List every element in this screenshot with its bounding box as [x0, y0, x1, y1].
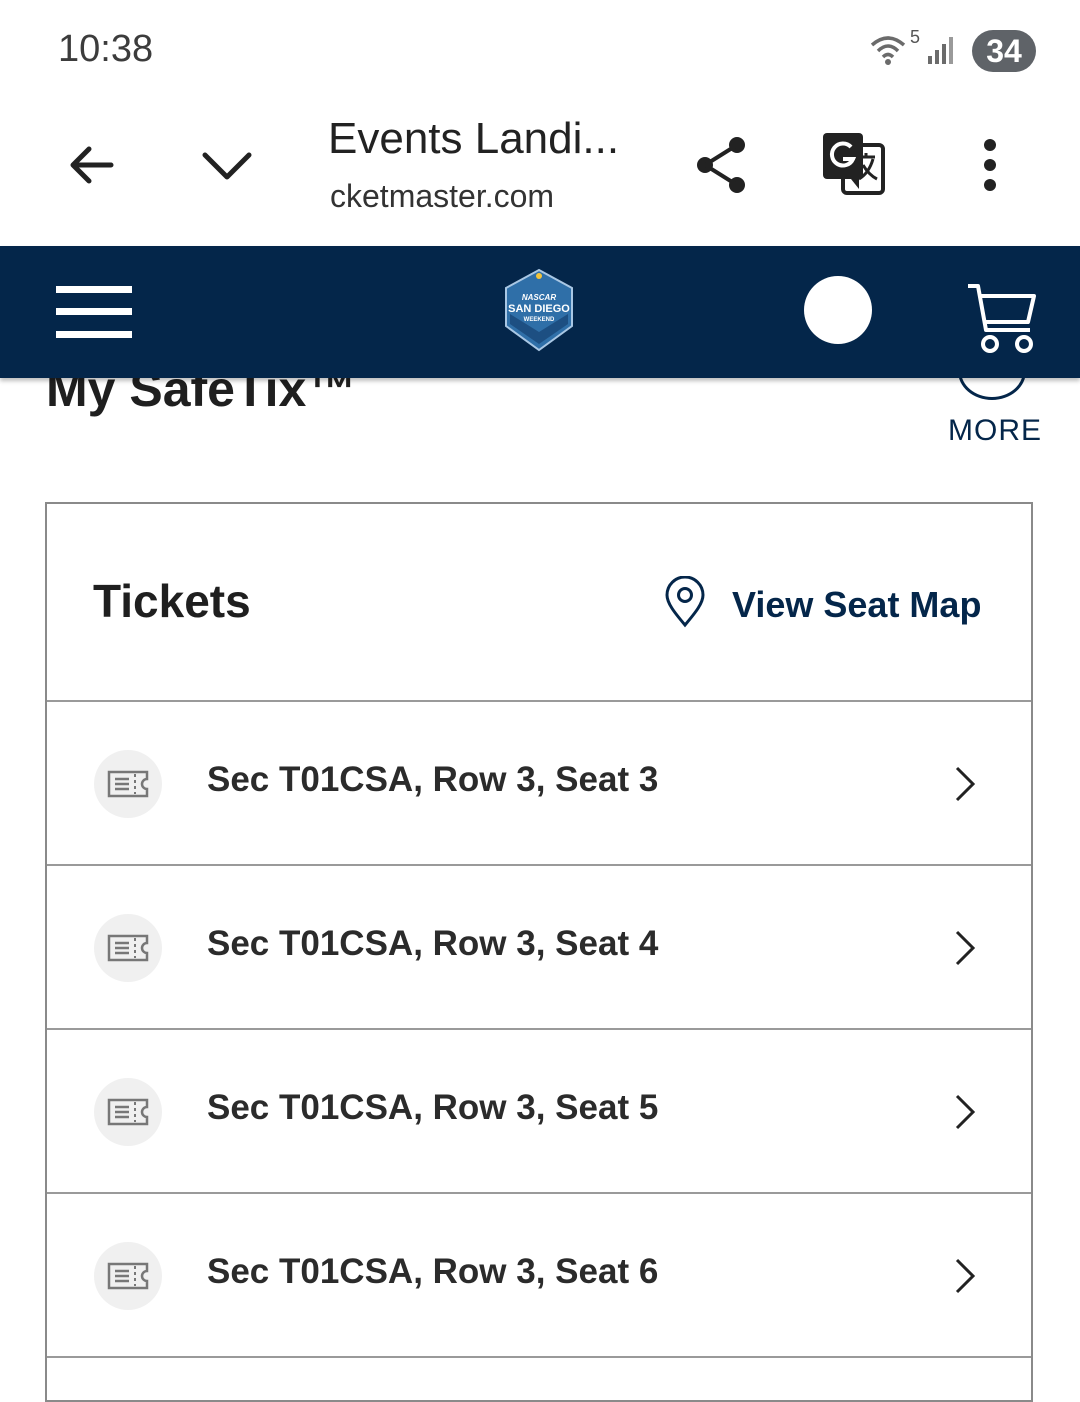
ticket-seat-label: Sec T01CSA, Row 3, Seat 4: [207, 924, 659, 963]
ticket-seat-label: Sec T01CSA, Row 3, Seat 3: [207, 760, 659, 799]
ticket-row[interactable]: Sec T01CSA, Row 3, Seat 4: [47, 866, 1031, 1028]
page-title[interactable]: Events Landi...: [328, 114, 619, 164]
logo-line-1: NASCAR: [522, 293, 556, 302]
status-time: 10:38: [58, 28, 154, 70]
more-vert-icon[interactable]: [970, 134, 1010, 196]
chevron-right-icon: [953, 928, 977, 973]
ticket-row[interactable]: Sec T01CSA, Row 3, Seat 3: [47, 702, 1031, 864]
ticket-icon: [94, 1242, 162, 1310]
signal-icon: [926, 34, 958, 69]
wifi-badge: 5: [909, 27, 920, 47]
view-seat-map-link[interactable]: View Seat Map: [664, 575, 982, 633]
chevron-right-icon: [953, 764, 977, 809]
ticket-icon: [94, 1078, 162, 1146]
view-seat-map-label: View Seat Map: [732, 583, 982, 625]
map-pin-icon: [664, 575, 706, 633]
chevron-right-icon: [953, 1092, 977, 1137]
tickets-heading: Tickets: [93, 575, 251, 627]
ticket-seat-label: Sec T01CSA, Row 3, Seat 6: [207, 1252, 659, 1291]
chevron-down-icon[interactable]: [196, 134, 258, 196]
ticket-icon: [94, 750, 162, 818]
page-url[interactable]: cketmaster.com: [330, 178, 554, 215]
status-icons: 5 34: [868, 27, 1036, 72]
logo-line-3: WEEKEND: [524, 317, 555, 323]
battery-indicator: 34: [972, 30, 1036, 72]
ticket-row[interactable]: Sec T01CSA, Row 3, Seat 6: [47, 1194, 1031, 1356]
cart-icon[interactable]: [966, 282, 1038, 359]
ticket-row[interactable]: Sec T01CSA, Row 3, Seat 5: [47, 1030, 1031, 1192]
logo-line-2: SAN DIEGO: [508, 303, 570, 315]
nascar-san-diego-logo[interactable]: NASCAR SAN DIEGO WEEKEND: [504, 268, 574, 352]
share-icon[interactable]: [690, 132, 752, 198]
chevron-right-icon: [953, 1256, 977, 1301]
wifi-icon: 5: [868, 27, 920, 69]
translate-icon[interactable]: [820, 130, 888, 198]
divider: [47, 1356, 1031, 1358]
ticket-seat-label: Sec T01CSA, Row 3, Seat 5: [207, 1088, 659, 1127]
account-avatar[interactable]: [804, 276, 872, 344]
hamburger-menu-icon[interactable]: [56, 286, 132, 343]
more-button[interactable]: MORE: [948, 414, 1042, 448]
ticket-icon: [94, 914, 162, 982]
back-arrow-icon[interactable]: [60, 134, 122, 196]
